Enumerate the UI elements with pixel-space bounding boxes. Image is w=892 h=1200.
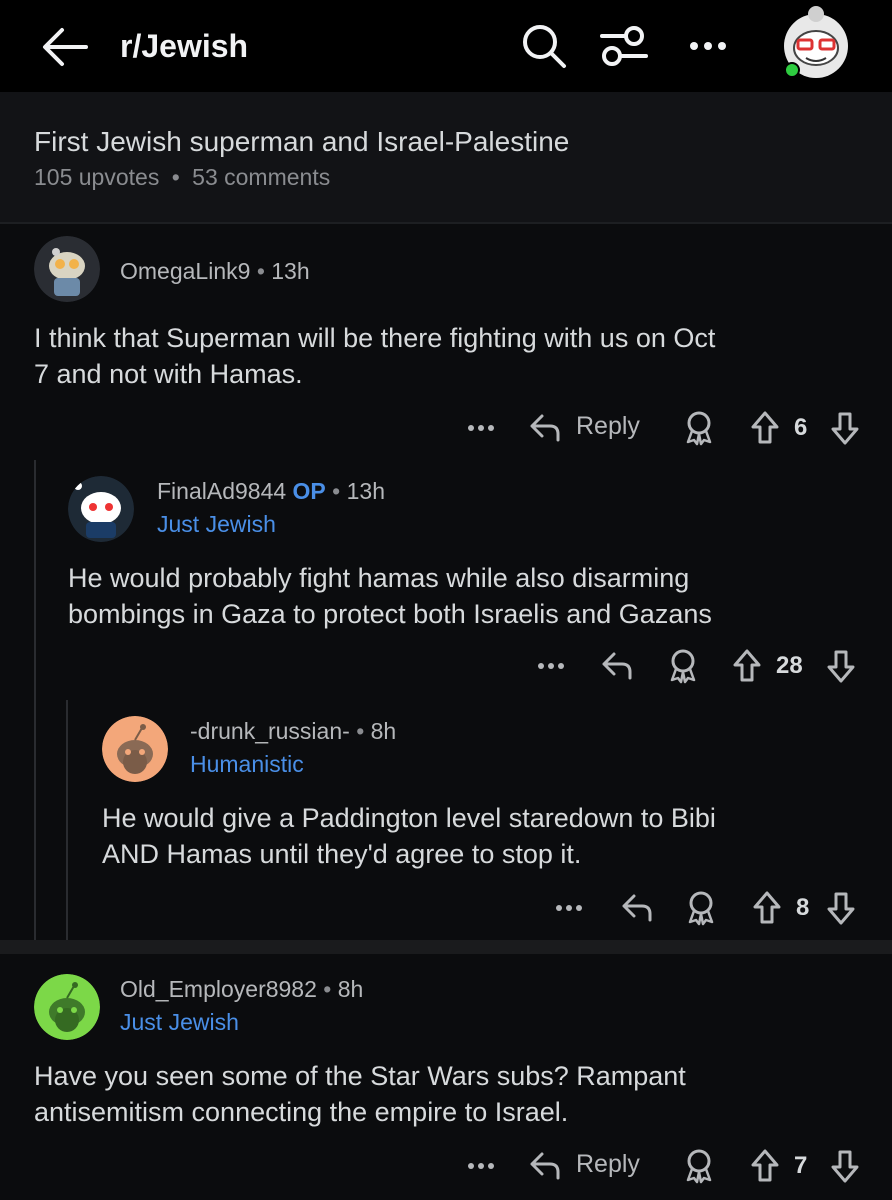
comment-body: I think that Superman will be there figh… xyxy=(34,320,864,392)
more-horizontal-icon[interactable] xyxy=(466,1156,496,1176)
comment-time: 8h xyxy=(370,718,397,744)
post-header[interactable]: First Jewish superman and Israel-Palesti… xyxy=(0,92,892,224)
award-icon[interactable] xyxy=(682,410,716,446)
op-badge: OP xyxy=(292,478,326,504)
commenter-avatar[interactable] xyxy=(34,236,100,302)
comment: Old_Employer8982 • 8h Just Jewish Have y… xyxy=(0,954,892,1200)
more-horizontal-icon[interactable] xyxy=(554,898,584,918)
comment-actions: 28 xyxy=(530,646,870,686)
comment-author-line[interactable]: OmegaLink9 • 13h xyxy=(120,258,310,285)
comment-body: Have you seen some of the Star Wars subs… xyxy=(34,1058,864,1130)
comment-body: He would probably fight hamas while also… xyxy=(68,560,868,632)
vote-count: 28 xyxy=(776,652,803,679)
comment-actions: Reply 6 xyxy=(460,408,870,448)
comment-author-line[interactable]: -drunk_russian- • 8h xyxy=(190,718,396,745)
search-icon[interactable] xyxy=(520,22,568,70)
reply-icon[interactable] xyxy=(528,412,562,444)
downvote-icon[interactable] xyxy=(826,648,856,684)
more-horizontal-icon[interactable] xyxy=(466,418,496,438)
comment: OmegaLink9 • 13h I think that Superman w… xyxy=(0,224,892,464)
back-arrow-icon[interactable] xyxy=(40,24,90,70)
comment-text-line: He would probably fight hamas while also… xyxy=(68,563,690,593)
username[interactable]: OmegaLink9 xyxy=(120,258,250,284)
comment-time: 13h xyxy=(271,258,310,284)
comment-text-line: 7 and not with Hamas. xyxy=(34,359,303,389)
comment-author-line[interactable]: Old_Employer8982 • 8h xyxy=(120,976,363,1003)
reply-icon[interactable] xyxy=(600,650,634,682)
upvote-icon[interactable] xyxy=(750,1148,780,1184)
commenter-avatar[interactable] xyxy=(102,716,168,782)
username[interactable]: Old_Employer8982 xyxy=(120,976,317,1002)
meta-separator: • xyxy=(171,164,180,190)
comment-text-line: bombings in Gaza to protect both Israeli… xyxy=(68,599,712,629)
comment-actions: Reply 7 xyxy=(460,1146,870,1186)
vote-count: 6 xyxy=(794,414,808,441)
comment-actions: 8 xyxy=(548,888,878,928)
commenter-avatar[interactable] xyxy=(68,476,134,542)
vote-count: 8 xyxy=(796,894,810,921)
award-icon[interactable] xyxy=(666,648,700,684)
user-flair: Just Jewish xyxy=(157,511,276,537)
top-bar: r/Jewish xyxy=(0,0,892,92)
user-flair: Just Jewish xyxy=(120,1009,239,1035)
more-horizontal-icon[interactable] xyxy=(686,22,730,70)
award-icon[interactable] xyxy=(682,1148,716,1184)
comment-author-line[interactable]: FinalAd9844 OP • 13h xyxy=(157,478,385,505)
user-flair: Humanistic xyxy=(190,751,304,777)
comment-text-line: I think that Superman will be there figh… xyxy=(34,323,716,353)
comment-text-line: antisemitism connecting the empire to Is… xyxy=(34,1097,569,1127)
online-status-indicator xyxy=(784,62,800,78)
comment-count: 53 comments xyxy=(192,164,331,190)
upvote-icon[interactable] xyxy=(750,410,780,446)
reply-icon[interactable] xyxy=(620,892,654,924)
username[interactable]: FinalAd9844 xyxy=(157,478,286,504)
downvote-icon[interactable] xyxy=(830,410,860,446)
upvote-icon[interactable] xyxy=(752,890,782,926)
reply-button[interactable]: Reply xyxy=(576,1150,640,1179)
comment-thread: Old_Employer8982 • 8h Just Jewish Have y… xyxy=(0,954,892,1200)
user-avatar[interactable] xyxy=(780,4,852,82)
comment: -drunk_russian- • 8h Humanistic He would… xyxy=(70,704,892,940)
comment: FinalAd9844 OP • 13h Just Jewish He woul… xyxy=(40,464,892,704)
comment-thread: OmegaLink9 • 13h I think that Superman w… xyxy=(0,224,892,940)
upvote-count: 105 upvotes xyxy=(34,164,160,190)
username[interactable]: -drunk_russian- xyxy=(190,718,350,744)
downvote-icon[interactable] xyxy=(830,1148,860,1184)
upvote-icon[interactable] xyxy=(732,648,762,684)
comment-text-line: AND Hamas until they'd agree to stop it. xyxy=(102,839,582,869)
thread-separator xyxy=(0,940,892,954)
thread-line[interactable] xyxy=(34,460,36,940)
vote-count: 7 xyxy=(794,1152,808,1179)
comment-time: 8h xyxy=(337,976,364,1002)
subreddit-name[interactable]: r/Jewish xyxy=(120,28,248,65)
comment-body: He would give a Paddington level staredo… xyxy=(102,800,882,872)
more-horizontal-icon[interactable] xyxy=(536,656,566,676)
reply-icon[interactable] xyxy=(528,1150,562,1182)
comment-text-line: Have you seen some of the Star Wars subs… xyxy=(34,1061,686,1091)
sliders-icon[interactable] xyxy=(598,22,650,70)
thread-line[interactable] xyxy=(66,700,68,940)
reply-button[interactable]: Reply xyxy=(576,412,640,441)
award-icon[interactable] xyxy=(684,890,718,926)
comment-time: 13h xyxy=(346,478,385,504)
comment-text-line: He would give a Paddington level staredo… xyxy=(102,803,716,833)
post-title[interactable]: First Jewish superman and Israel-Palesti… xyxy=(34,126,569,158)
post-meta: 105 upvotes • 53 comments xyxy=(34,164,330,191)
commenter-avatar[interactable] xyxy=(34,974,100,1040)
downvote-icon[interactable] xyxy=(826,890,856,926)
